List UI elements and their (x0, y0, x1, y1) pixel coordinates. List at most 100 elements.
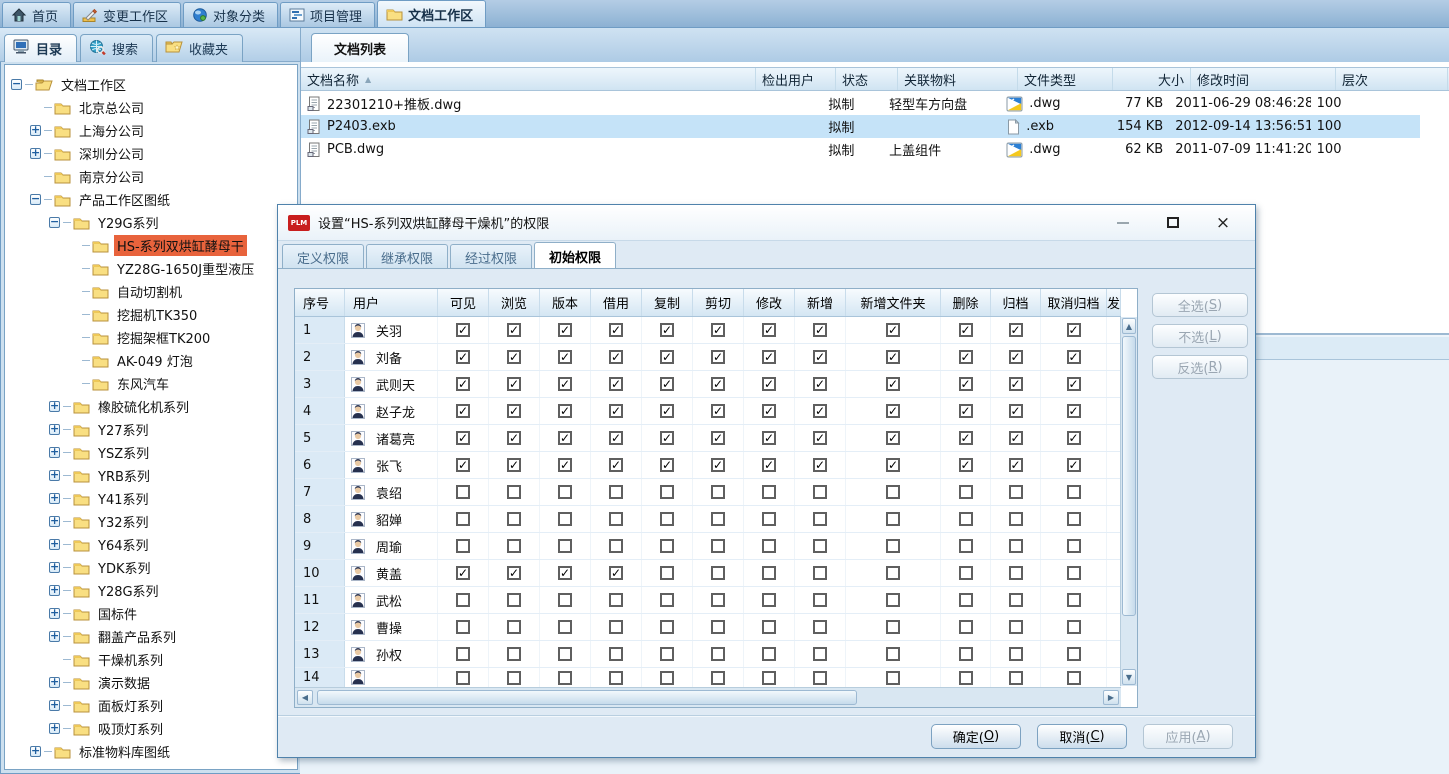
checkbox-unchecked[interactable] (456, 539, 470, 553)
checkbox-unchecked[interactable] (886, 620, 900, 634)
doc-column-header[interactable]: 状态 (836, 68, 898, 90)
checkbox-checked[interactable]: ✓ (1067, 404, 1081, 418)
checkbox-checked[interactable]: ✓ (711, 458, 725, 472)
checkbox-checked[interactable]: ✓ (660, 323, 674, 337)
checkbox-unchecked[interactable] (813, 512, 827, 526)
tree-item[interactable]: +Y27系列 (5, 418, 297, 441)
tree-item[interactable]: +国标件 (5, 602, 297, 625)
tree-item[interactable]: +YDK系列 (5, 556, 297, 579)
checkbox-unchecked[interactable] (660, 593, 674, 607)
checkbox-checked[interactable]: ✓ (886, 350, 900, 364)
doc-column-header[interactable]: 检出用户 (756, 68, 836, 90)
horizontal-scrollbar[interactable]: ◀ ▶ (295, 687, 1121, 707)
perm-column-header[interactable]: 删除 (941, 289, 991, 316)
checkbox-unchecked[interactable] (558, 512, 572, 526)
checkbox-checked[interactable]: ✓ (886, 377, 900, 391)
checkbox-unchecked[interactable] (1067, 620, 1081, 634)
checkbox-unchecked[interactable] (762, 566, 776, 580)
checkbox-unchecked[interactable] (886, 566, 900, 580)
checkbox-checked[interactable]: ✓ (1067, 323, 1081, 337)
expand-icon[interactable]: + (49, 608, 60, 619)
checkbox-unchecked[interactable] (762, 593, 776, 607)
table-row[interactable]: 10黄盖✓✓✓✓ (295, 560, 1121, 587)
ok-button[interactable]: 确定(O) (931, 724, 1021, 749)
tree-item[interactable]: −Y29G系列 (5, 211, 297, 234)
perm-column-header[interactable]: 复制 (642, 289, 693, 316)
table-row[interactable]: 11武松 (295, 587, 1121, 614)
checkbox-checked[interactable]: ✓ (813, 350, 827, 364)
vertical-scrollbar[interactable]: ▲ ▼ (1120, 317, 1137, 686)
checkbox-checked[interactable]: ✓ (1009, 404, 1023, 418)
checkbox-unchecked[interactable] (711, 671, 725, 685)
table-row[interactable]: 2刘备✓✓✓✓✓✓✓✓✓✓✓✓ (295, 344, 1121, 371)
tree-item[interactable]: +Y32系列 (5, 510, 297, 533)
expand-icon[interactable]: + (49, 401, 60, 412)
checkbox-unchecked[interactable] (711, 539, 725, 553)
checkbox-unchecked[interactable] (1067, 671, 1081, 685)
checkbox-unchecked[interactable] (1067, 539, 1081, 553)
tree-item[interactable]: +标准物料库图纸 (5, 740, 297, 763)
checkbox-unchecked[interactable] (609, 647, 623, 661)
checkbox-checked[interactable]: ✓ (762, 377, 776, 391)
doc-column-header[interactable]: 文件类型 (1018, 68, 1113, 90)
checkbox-checked[interactable]: ✓ (886, 431, 900, 445)
perm-column-header[interactable]: 用户 (345, 289, 438, 316)
checkbox-checked[interactable]: ✓ (507, 566, 521, 580)
scroll-up-icon[interactable]: ▲ (1122, 318, 1136, 334)
checkbox-checked[interactable]: ✓ (609, 404, 623, 418)
checkbox-unchecked[interactable] (886, 671, 900, 685)
checkbox-unchecked[interactable] (1067, 566, 1081, 580)
tree-item[interactable]: 挖掘机TK350 (5, 303, 297, 326)
tree-item[interactable]: +Y41系列 (5, 487, 297, 510)
checkbox-checked[interactable]: ✓ (711, 377, 725, 391)
vertical-scrollbar-thumb[interactable] (1122, 336, 1136, 616)
checkbox-unchecked[interactable] (558, 593, 572, 607)
checkbox-unchecked[interactable] (558, 647, 572, 661)
doc-column-header[interactable]: 大小 (1113, 68, 1191, 90)
tree-item[interactable]: −产品工作区图纸 (5, 188, 297, 211)
collapse-icon[interactable]: − (49, 217, 60, 228)
perm-column-header[interactable]: 版本 (540, 289, 591, 316)
checkbox-checked[interactable]: ✓ (1009, 458, 1023, 472)
checkbox-checked[interactable]: ✓ (762, 458, 776, 472)
checkbox-checked[interactable]: ✓ (711, 431, 725, 445)
checkbox-checked[interactable]: ✓ (1009, 431, 1023, 445)
checkbox-unchecked[interactable] (558, 671, 572, 685)
checkbox-unchecked[interactable] (711, 647, 725, 661)
tree-item[interactable]: +YRB系列 (5, 464, 297, 487)
tree-item[interactable]: +Y64系列 (5, 533, 297, 556)
perm-column-header[interactable]: 取消归档 (1041, 289, 1107, 316)
main-tab-object-category[interactable]: 对象分类 (183, 2, 278, 27)
tree-item[interactable]: +翻盖产品系列 (5, 625, 297, 648)
checkbox-unchecked[interactable] (762, 485, 776, 499)
checkbox-unchecked[interactable] (886, 593, 900, 607)
checkbox-checked[interactable]: ✓ (762, 350, 776, 364)
tree-item[interactable]: 挖掘架框TK200 (5, 326, 297, 349)
checkbox-checked[interactable]: ✓ (762, 323, 776, 337)
tree-item[interactable]: +Y28G系列 (5, 579, 297, 602)
checkbox-unchecked[interactable] (959, 647, 973, 661)
checkbox-checked[interactable]: ✓ (660, 431, 674, 445)
checkbox-unchecked[interactable] (959, 539, 973, 553)
doc-column-header[interactable]: 修改时间 (1191, 68, 1336, 90)
table-row[interactable]: 22301210+推板.dwg拟制轻型车方向盘.dwg77 KB2011-06-… (301, 92, 1420, 115)
perm-column-header[interactable]: 浏览 (489, 289, 540, 316)
horizontal-scrollbar-thumb[interactable] (317, 690, 857, 705)
checkbox-unchecked[interactable] (660, 539, 674, 553)
doc-column-header[interactable]: 文档名称▲ (301, 68, 756, 90)
checkbox-unchecked[interactable] (507, 671, 521, 685)
expand-icon[interactable]: + (49, 424, 60, 435)
checkbox-unchecked[interactable] (1067, 485, 1081, 499)
checkbox-unchecked[interactable] (886, 539, 900, 553)
checkbox-checked[interactable]: ✓ (558, 323, 572, 337)
table-row[interactable]: 4赵子龙✓✓✓✓✓✓✓✓✓✓✓✓ (295, 398, 1121, 425)
table-row[interactable]: 13孙权 (295, 641, 1121, 668)
table-row[interactable]: 5诸葛亮✓✓✓✓✓✓✓✓✓✓✓✓ (295, 425, 1121, 452)
nav-tab-search[interactable]: 搜索 (80, 34, 153, 62)
select-none-button[interactable]: 不选(L) (1152, 324, 1248, 348)
checkbox-checked[interactable]: ✓ (959, 458, 973, 472)
maximize-icon[interactable] (1165, 215, 1181, 231)
expand-icon[interactable]: + (49, 677, 60, 688)
checkbox-checked[interactable]: ✓ (762, 431, 776, 445)
invert-selection-button[interactable]: 反选(R) (1152, 355, 1248, 379)
